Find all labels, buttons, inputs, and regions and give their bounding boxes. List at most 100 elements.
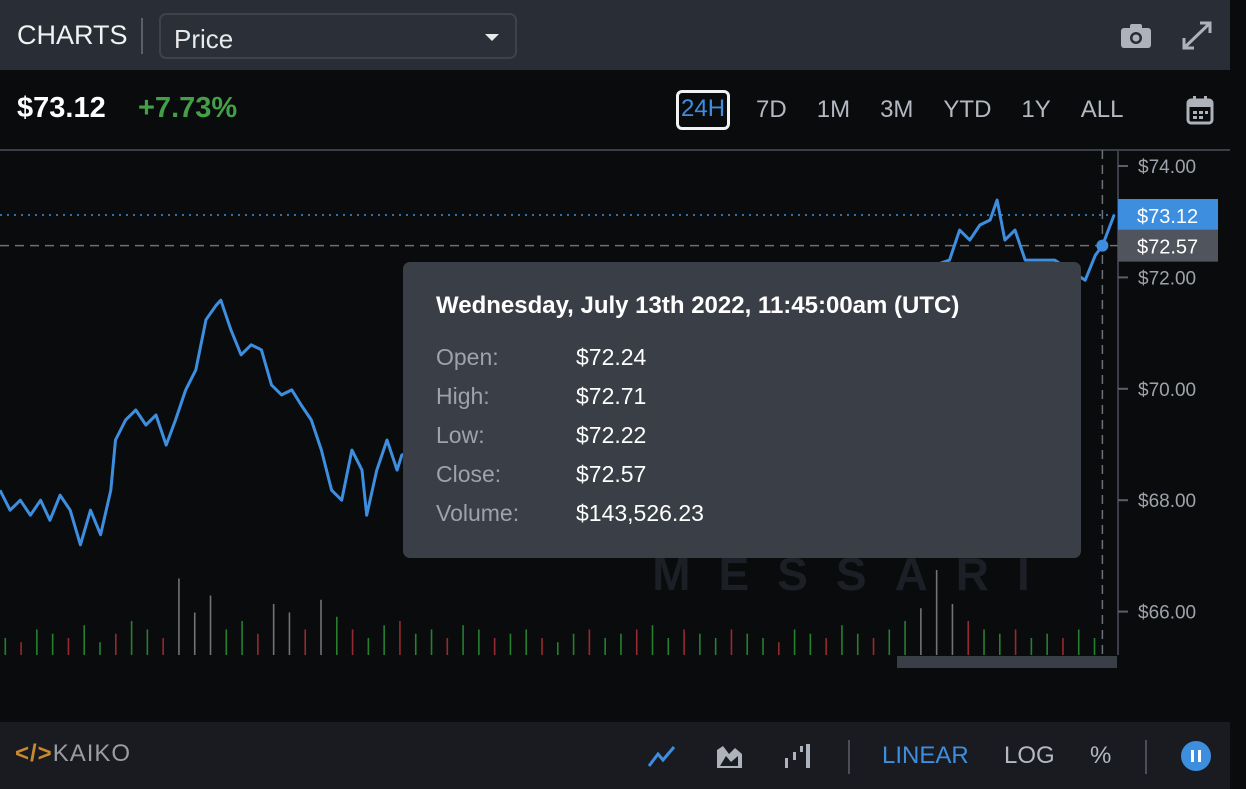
volume-bar [36,629,38,655]
volume-bar [193,612,196,655]
crosshair-time-label: 13 Jul '22 11:45:00 [922,666,1091,668]
divider [848,740,850,774]
volume-bar [651,625,654,655]
metric-select[interactable]: Price [159,13,517,59]
y-tick-label: $66.00 [1138,603,1196,624]
volume-bar [730,629,733,655]
volume-bar [856,633,859,655]
range-tab-1y[interactable]: 1Y [1017,90,1054,130]
pause-button[interactable] [1181,741,1211,771]
volume-bar [99,642,101,655]
tooltip-row: Open: $72.24 [436,344,1048,383]
volume-bar [588,629,591,655]
volume-bar [809,633,812,655]
range-tab-3m[interactable]: 3M [876,90,917,130]
volume-bar [51,633,54,655]
range-tab-ytd[interactable]: YTD [939,90,995,130]
volume-bar [130,621,133,655]
volume-bar [1062,638,1064,655]
volume-bar [320,599,322,655]
range-tab-7d[interactable]: 7D [752,90,791,130]
volume-bar [841,625,843,655]
divider [1145,740,1147,774]
volume-bar [478,629,480,655]
metric-select-value: Price [174,24,234,54]
tooltip-label: Low: [436,422,485,448]
y-tick-label: $70.00 [1138,380,1196,401]
volume-bar [699,633,701,655]
volume-bar [241,621,243,655]
volume-bar [1077,629,1080,655]
divider [141,18,143,54]
tooltip-label: Volume: [436,500,520,526]
expand-icon[interactable] [1180,20,1214,52]
volume-bar [983,629,985,655]
calendar-icon[interactable] [1186,95,1214,125]
volume-bar [888,629,891,655]
volume-bar [83,625,86,655]
range-tab-24h[interactable]: 24H [676,90,731,130]
price-change: +7.73% [138,92,238,124]
scale-log-button[interactable]: LOG [1004,742,1055,770]
volume-bar [935,570,938,655]
y-tick-label: $72.00 [1138,268,1196,289]
volume-bar [904,621,906,655]
range-tab-1m[interactable]: 1M [813,90,854,130]
tooltip-value: $72.71 [576,383,647,409]
volume-bar [1014,629,1017,655]
tooltip-value: $143,526.23 [576,500,704,526]
scale-linear-button[interactable]: LINEAR [882,742,969,770]
volume-bar [872,638,875,655]
y-tick-label: $74.00 [1138,157,1196,178]
volume-bar [304,629,307,655]
volume-bar [714,638,717,655]
volume-bar [620,633,622,655]
volume-bar [525,629,528,655]
volume-bar [272,604,275,655]
volume-bar [825,638,827,655]
volume-bar [493,638,496,655]
crosshair-point [1096,239,1109,252]
volume-bar [209,595,212,655]
volume-bar [367,638,370,655]
volume-bar [336,616,338,655]
volume-bar [920,608,922,655]
tooltip-value: $72.57 [576,461,647,487]
volume-bar [4,638,7,655]
volume-bar [572,633,575,655]
volume-bar [557,642,559,655]
tooltip-row: Volume: $143,526.23 [436,500,1048,539]
volume-bar [762,638,764,655]
volume-bar [351,629,354,655]
kaiko-logo: </>KAIKO [15,740,132,767]
ohlc-tooltip: Wednesday, July 13th 2022, 11:45:00am (U… [403,262,1081,558]
volume-bar [541,638,543,655]
tooltip-label: High: [436,383,490,409]
y-tick-label: $68.00 [1138,491,1196,512]
volume-bar [683,629,685,655]
scale-percent-button[interactable]: % [1090,742,1111,770]
candle-chart-icon[interactable] [782,742,814,770]
volume-bar [225,629,228,655]
volume-bar [115,633,117,655]
volume-bar [999,633,1001,655]
tooltip-value: $72.22 [576,422,647,448]
volume-bar [635,629,638,655]
volume-bar [288,612,291,655]
tooltip-value: $72.24 [576,344,647,370]
tooltip-title: Wednesday, July 13th 2022, 11:45:00am (U… [436,292,960,319]
volume-bar [462,625,464,655]
tooltip-label: Open: [436,344,499,370]
area-chart-icon[interactable] [714,742,746,770]
volume-bar [746,633,749,655]
volume-bar [430,629,433,655]
line-chart-icon[interactable] [646,742,678,770]
volume-bar [1093,638,1096,655]
volume-bar [414,633,417,655]
range-tab-all[interactable]: ALL [1077,90,1128,130]
camera-icon[interactable] [1119,20,1153,52]
volume-bar [778,642,780,655]
tooltip-row: Close: $72.57 [436,461,1048,500]
last-price-label: $73.12 [1137,206,1198,228]
volume-bar [509,633,512,655]
